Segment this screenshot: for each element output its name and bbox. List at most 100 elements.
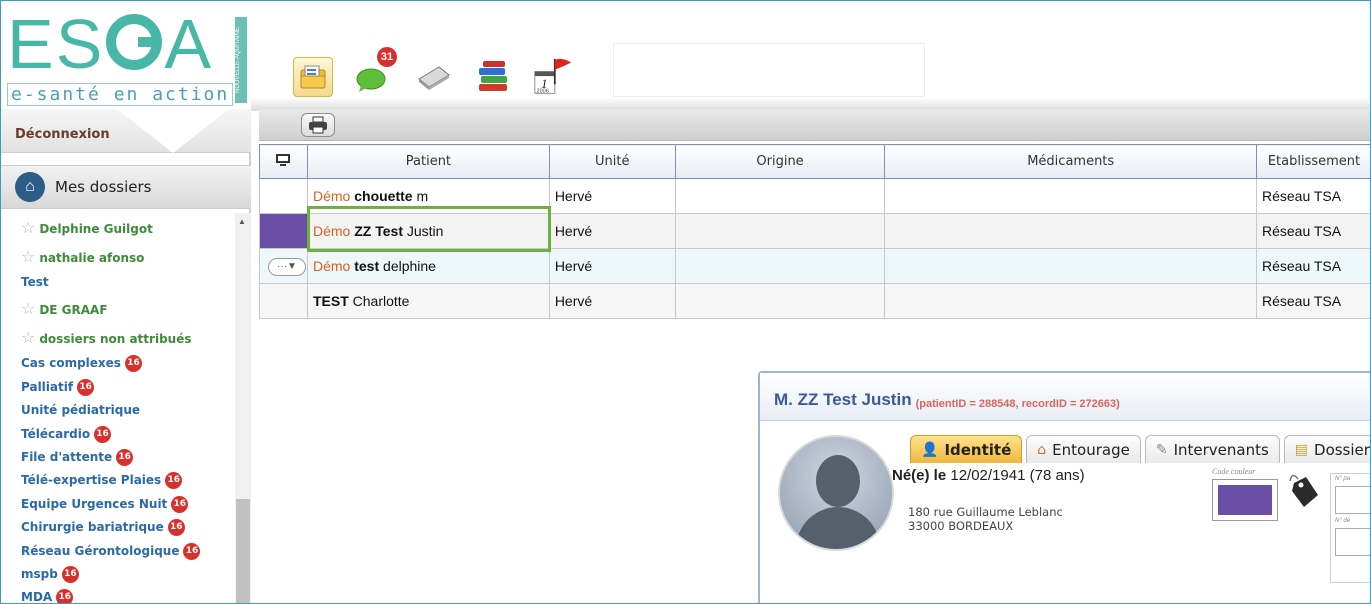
row-menu-button[interactable]: ···▼ <box>268 257 306 276</box>
folder-count-badge: 16 <box>61 565 79 583</box>
patient-avatar <box>778 435 894 551</box>
intervenants-icon: ✎ <box>1155 441 1168 458</box>
folder-item[interactable]: Palliatif 16 <box>1 376 235 399</box>
folder-item[interactable]: ☆ DE GRAAF <box>1 294 235 323</box>
patient-last-name: test <box>354 258 380 274</box>
origin-cell <box>674 178 886 214</box>
folder-item[interactable]: MDA 16 <box>1 586 235 603</box>
patient-first-name: Justin <box>406 223 444 239</box>
folder-tab-icon: ▤ <box>1294 441 1309 458</box>
tab-label: Intervenants <box>1173 440 1269 459</box>
folder-item[interactable]: Equipe Urgences Nuit 16 <box>1 493 235 516</box>
color-code-fill <box>1218 485 1272 515</box>
folder-item[interactable]: Cas complexes 16 <box>1 352 235 375</box>
column-header-establishment[interactable]: Etablissement <box>1255 144 1370 179</box>
folder-item[interactable]: ☆ nathalie afonso <box>1 242 235 271</box>
sidebar-scrollbar[interactable]: ▲ <box>235 213 251 603</box>
folder-label: Unité pédiatrique <box>21 403 141 418</box>
tag-icon[interactable] <box>1288 473 1320 511</box>
color-code-label: Code couleur <box>1212 467 1256 476</box>
np-input-1[interactable] <box>1335 486 1370 514</box>
row-marker-cell <box>259 178 308 214</box>
patient-cell[interactable]: Démo ZZ Test Justin <box>306 213 550 249</box>
calendar-button[interactable]: 1 2006 <box>533 57 573 97</box>
origin-cell <box>674 248 886 284</box>
mail-button[interactable] <box>413 57 453 97</box>
table-row[interactable]: ···▼ Démo test delphine Hervé Réseau TSA <box>259 248 1370 284</box>
folder-count-badge: 16 <box>56 589 74 603</box>
my-folders-header[interactable]: ⌂ Mes dossiers <box>1 165 251 209</box>
star-icon[interactable]: ☆ <box>21 328 35 347</box>
numbers-panel: N° pa N° de <box>1330 473 1370 583</box>
unit-cell: Hervé <box>548 178 676 214</box>
patient-cell[interactable]: TEST Charlotte <box>306 283 550 319</box>
scroll-up-arrow-icon[interactable]: ▲ <box>238 217 246 226</box>
folder-label: Télé-expertise Plaies <box>21 473 162 488</box>
patient-card-title: M. ZZ Test Justin <box>774 390 912 409</box>
folder-item[interactable]: Télé-expertise Plaies 16 <box>1 469 235 492</box>
demo-prefix: Démo <box>312 258 351 274</box>
patient-first-name: delphine <box>383 258 436 274</box>
demo-prefix: Démo <box>312 188 351 204</box>
patients-table: Patient Unité Origine Médicaments Etabli… <box>259 144 1370 319</box>
column-header-patient[interactable]: Patient <box>306 144 550 179</box>
medications-cell <box>884 213 1257 249</box>
messages-button[interactable]: 31 <box>353 47 397 97</box>
folder-count-badge: 16 <box>124 355 142 373</box>
table-row[interactable]: TEST Charlotte Hervé Réseau TSA <box>259 283 1370 319</box>
table-row[interactable]: Démo ZZ Test Justin Hervé Réseau TSA <box>259 213 1370 249</box>
star-icon[interactable]: ☆ <box>21 247 35 266</box>
establishment-cell: Réseau TSA <box>1255 248 1370 284</box>
tab-intervenants[interactable]: ✎ Intervenants <box>1144 435 1280 463</box>
folder-label: nathalie afonso <box>39 251 145 265</box>
star-icon[interactable]: ☆ <box>21 218 35 237</box>
np-label-1: N° pa <box>1335 476 1351 482</box>
scroll-thumb[interactable] <box>236 499 250 603</box>
patient-card: M. ZZ Test Justin (patientID = 288548, r… <box>758 371 1370 603</box>
color-code-swatch[interactable] <box>1212 479 1278 521</box>
folder-item[interactable]: Réseau Gérontologique 16 <box>1 540 235 563</box>
folder-item[interactable]: Chirurgie bariatrique 16 <box>1 516 235 539</box>
folder-item[interactable]: Unité pédiatrique <box>1 399 235 422</box>
folder-label: Palliatif <box>21 379 74 394</box>
patient-first-name: Charlotte <box>352 293 410 309</box>
demo-prefix: Démo <box>312 223 351 239</box>
patient-tabs: 👤 Identité ⌂ Entourage ✎ Intervenants ▤ Doss… <box>910 435 1370 463</box>
column-header-origin[interactable]: Origine <box>674 144 886 179</box>
sidebar: Déconnexion ⌂ Mes dossiers ☆ Delphine Gui… <box>1 109 251 603</box>
np-input-2[interactable] <box>1335 528 1370 556</box>
address-line-1: 180 rue Guillaume Leblanc <box>908 505 1063 519</box>
column-header-display[interactable] <box>259 144 308 179</box>
folder-item[interactable]: ☆ Delphine Guilgot <box>1 213 235 242</box>
logo-ring-icon <box>106 14 163 70</box>
calendar-flag-icon: 1 2006 <box>534 58 572 94</box>
folder-label: Réseau Gérontologique <box>21 543 180 558</box>
sidebar-notch <box>117 109 229 153</box>
library-button[interactable] <box>473 57 513 97</box>
patient-cell[interactable]: Démo chouette m <box>306 178 550 214</box>
table-row[interactable]: Démo chouette m Hervé Réseau TSA <box>259 178 1370 214</box>
column-header-unit[interactable]: Unité <box>548 144 676 179</box>
logout-link[interactable]: Déconnexion <box>15 127 110 142</box>
tab-identite[interactable]: 👤 Identité <box>910 435 1023 463</box>
tab-entourage[interactable]: ⌂ Entourage <box>1026 435 1141 463</box>
folder-item[interactable]: mspb 16 <box>1 563 235 586</box>
patient-last-name: ZZ Test <box>354 223 403 239</box>
folder-item[interactable]: Télécardio 16 <box>1 423 235 446</box>
print-button[interactable] <box>301 113 335 137</box>
home-icon: ⌂ <box>15 172 45 202</box>
tab-dossiers[interactable]: ▤ Dossiers <box>1283 435 1370 463</box>
folder-item[interactable]: ☆ dossiers non attribués <box>1 323 235 352</box>
folder-item[interactable]: Test <box>1 271 235 294</box>
esea-logo[interactable]: ES A e-santé en action NOUVELLE-AQUITAINE <box>7 9 247 106</box>
star-icon[interactable]: ☆ <box>21 299 35 318</box>
folder-item[interactable]: File d'attente 16 <box>1 446 235 469</box>
patient-cell[interactable]: Démo test delphine <box>306 248 550 284</box>
establishment-cell: Réseau TSA <box>1255 283 1370 319</box>
column-header-medications[interactable]: Médicaments <box>884 144 1257 179</box>
tab-label: Identité <box>944 440 1012 459</box>
folder-module-button[interactable] <box>293 57 333 97</box>
folder-label: dossiers non attribués <box>39 332 192 347</box>
origin-cell <box>674 213 886 249</box>
birth-date: Né(e) le 12/02/1941 (78 ans) <box>892 467 1085 484</box>
